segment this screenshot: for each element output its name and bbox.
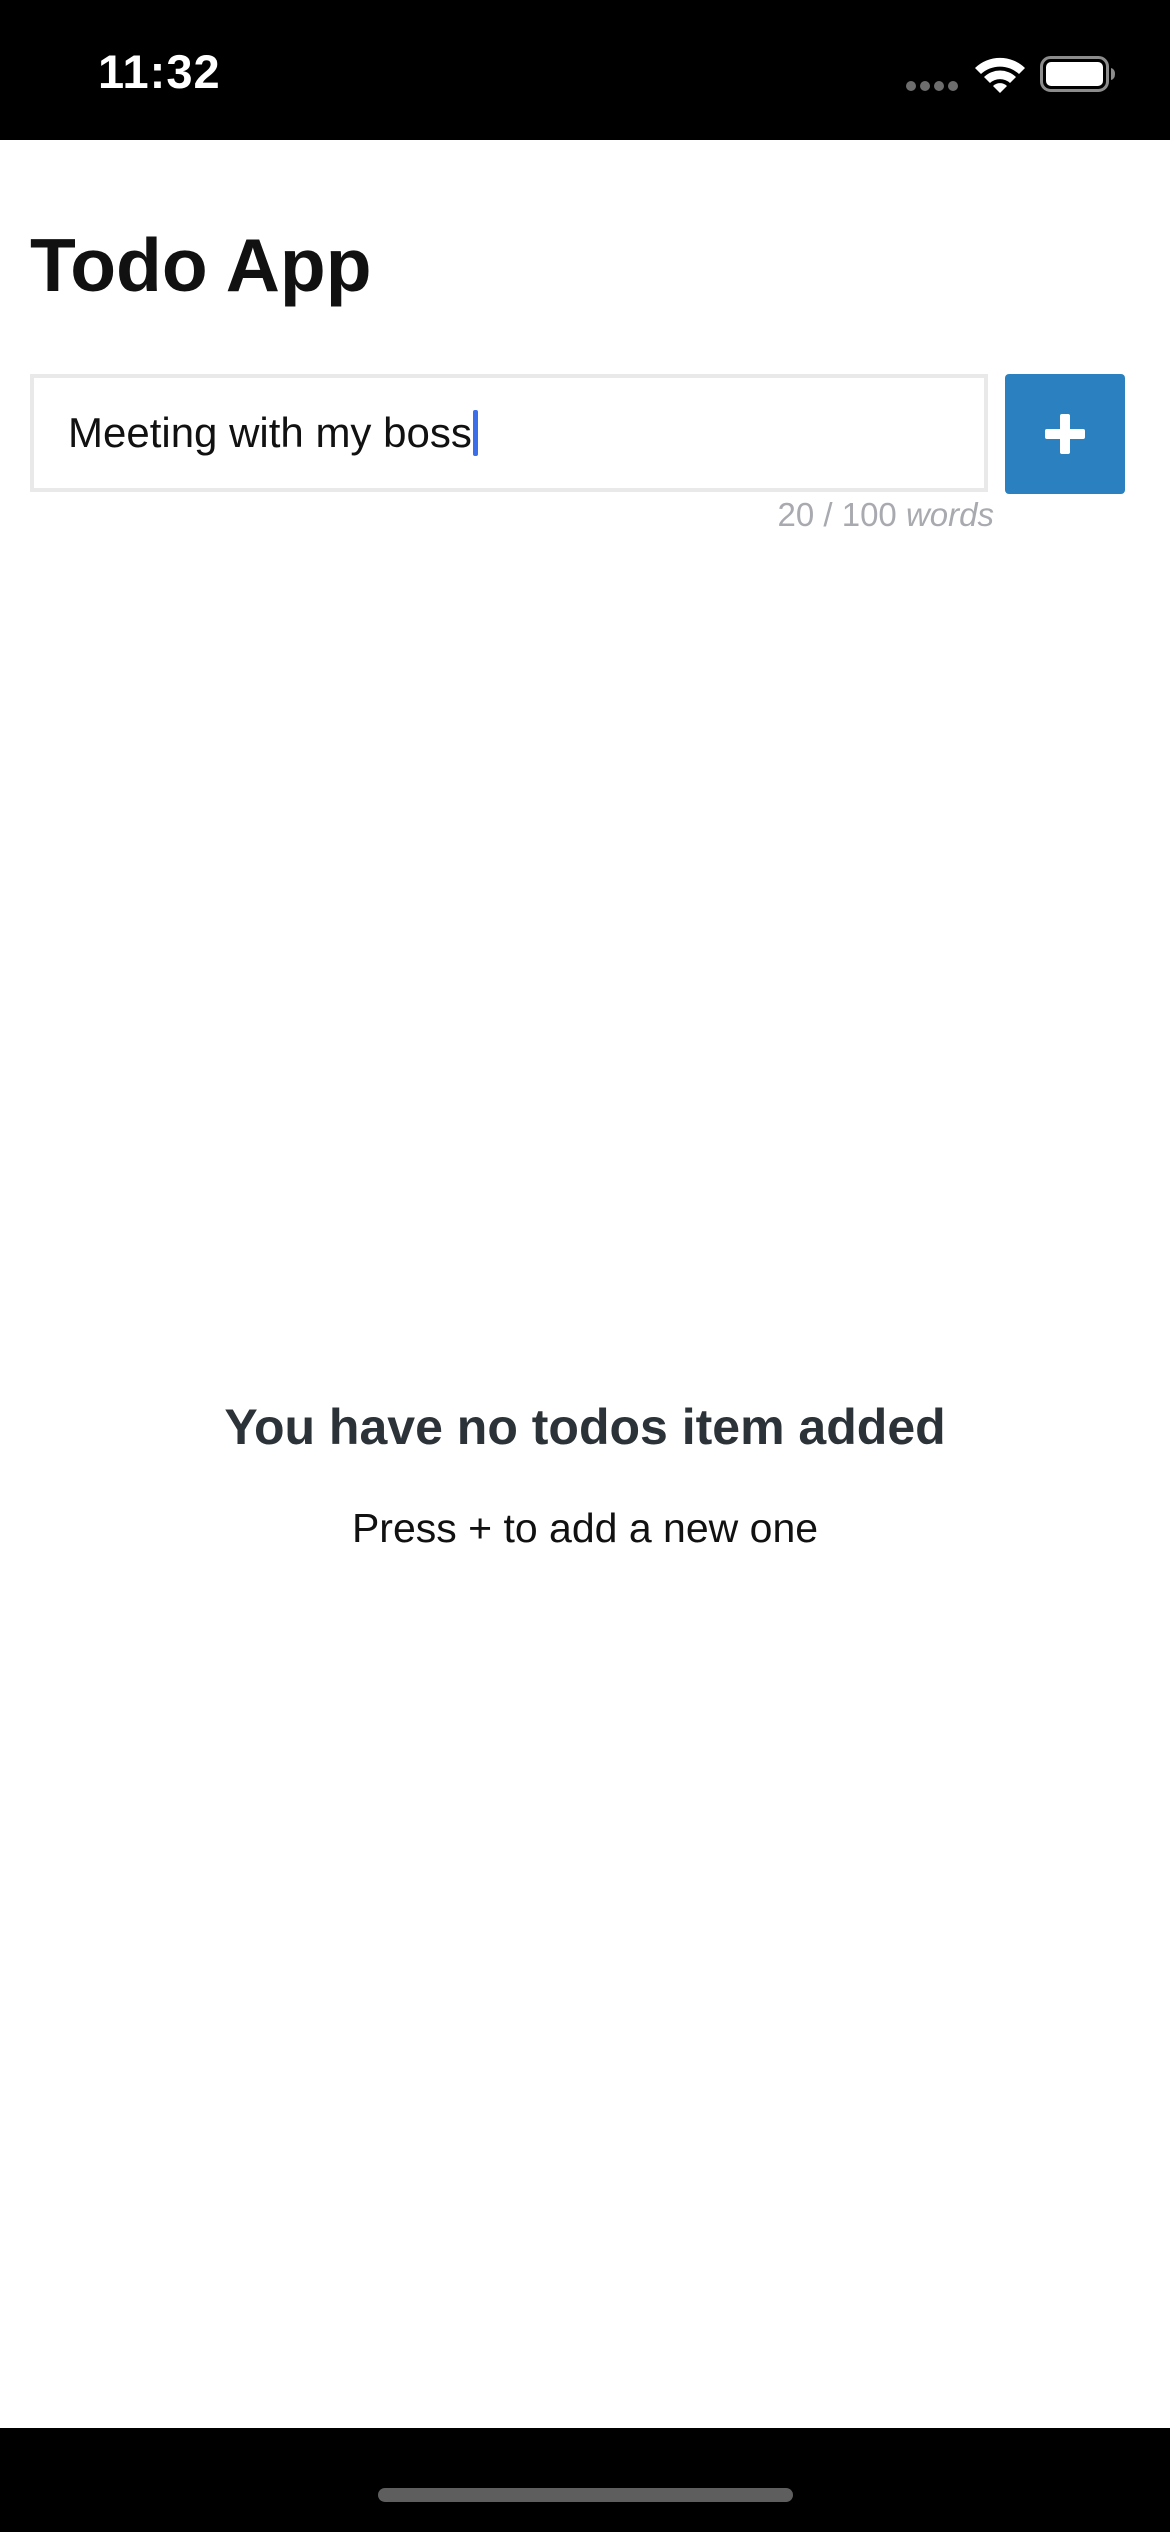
status-bar: 11:32 bbox=[0, 0, 1170, 140]
text-caret bbox=[472, 409, 478, 456]
word-counter: 20 / 100 words bbox=[778, 496, 994, 534]
empty-state-title: You have no todos item added bbox=[224, 1399, 946, 1455]
plus-icon bbox=[1045, 414, 1085, 454]
todo-input[interactable]: Meeting with my boss bbox=[30, 374, 988, 492]
home-indicator[interactable] bbox=[378, 2488, 793, 2502]
battery-icon bbox=[1040, 56, 1115, 92]
app-screen: 11:32 Todo App Meeting with my boss 20 /… bbox=[0, 0, 1170, 2532]
home-bar-area bbox=[0, 2428, 1170, 2532]
page-title: Todo App bbox=[30, 223, 372, 307]
status-time: 11:32 bbox=[98, 45, 221, 98]
cellular-signal-icon bbox=[906, 81, 958, 91]
word-counter-unit: words bbox=[905, 496, 994, 533]
word-counter-value: 20 / 100 bbox=[777, 496, 897, 533]
empty-state-subtitle: Press + to add a new one bbox=[351, 1505, 819, 1551]
todo-input-value: Meeting with my boss bbox=[68, 409, 472, 456]
wifi-icon bbox=[975, 57, 1025, 93]
add-todo-button[interactable] bbox=[1005, 374, 1125, 494]
